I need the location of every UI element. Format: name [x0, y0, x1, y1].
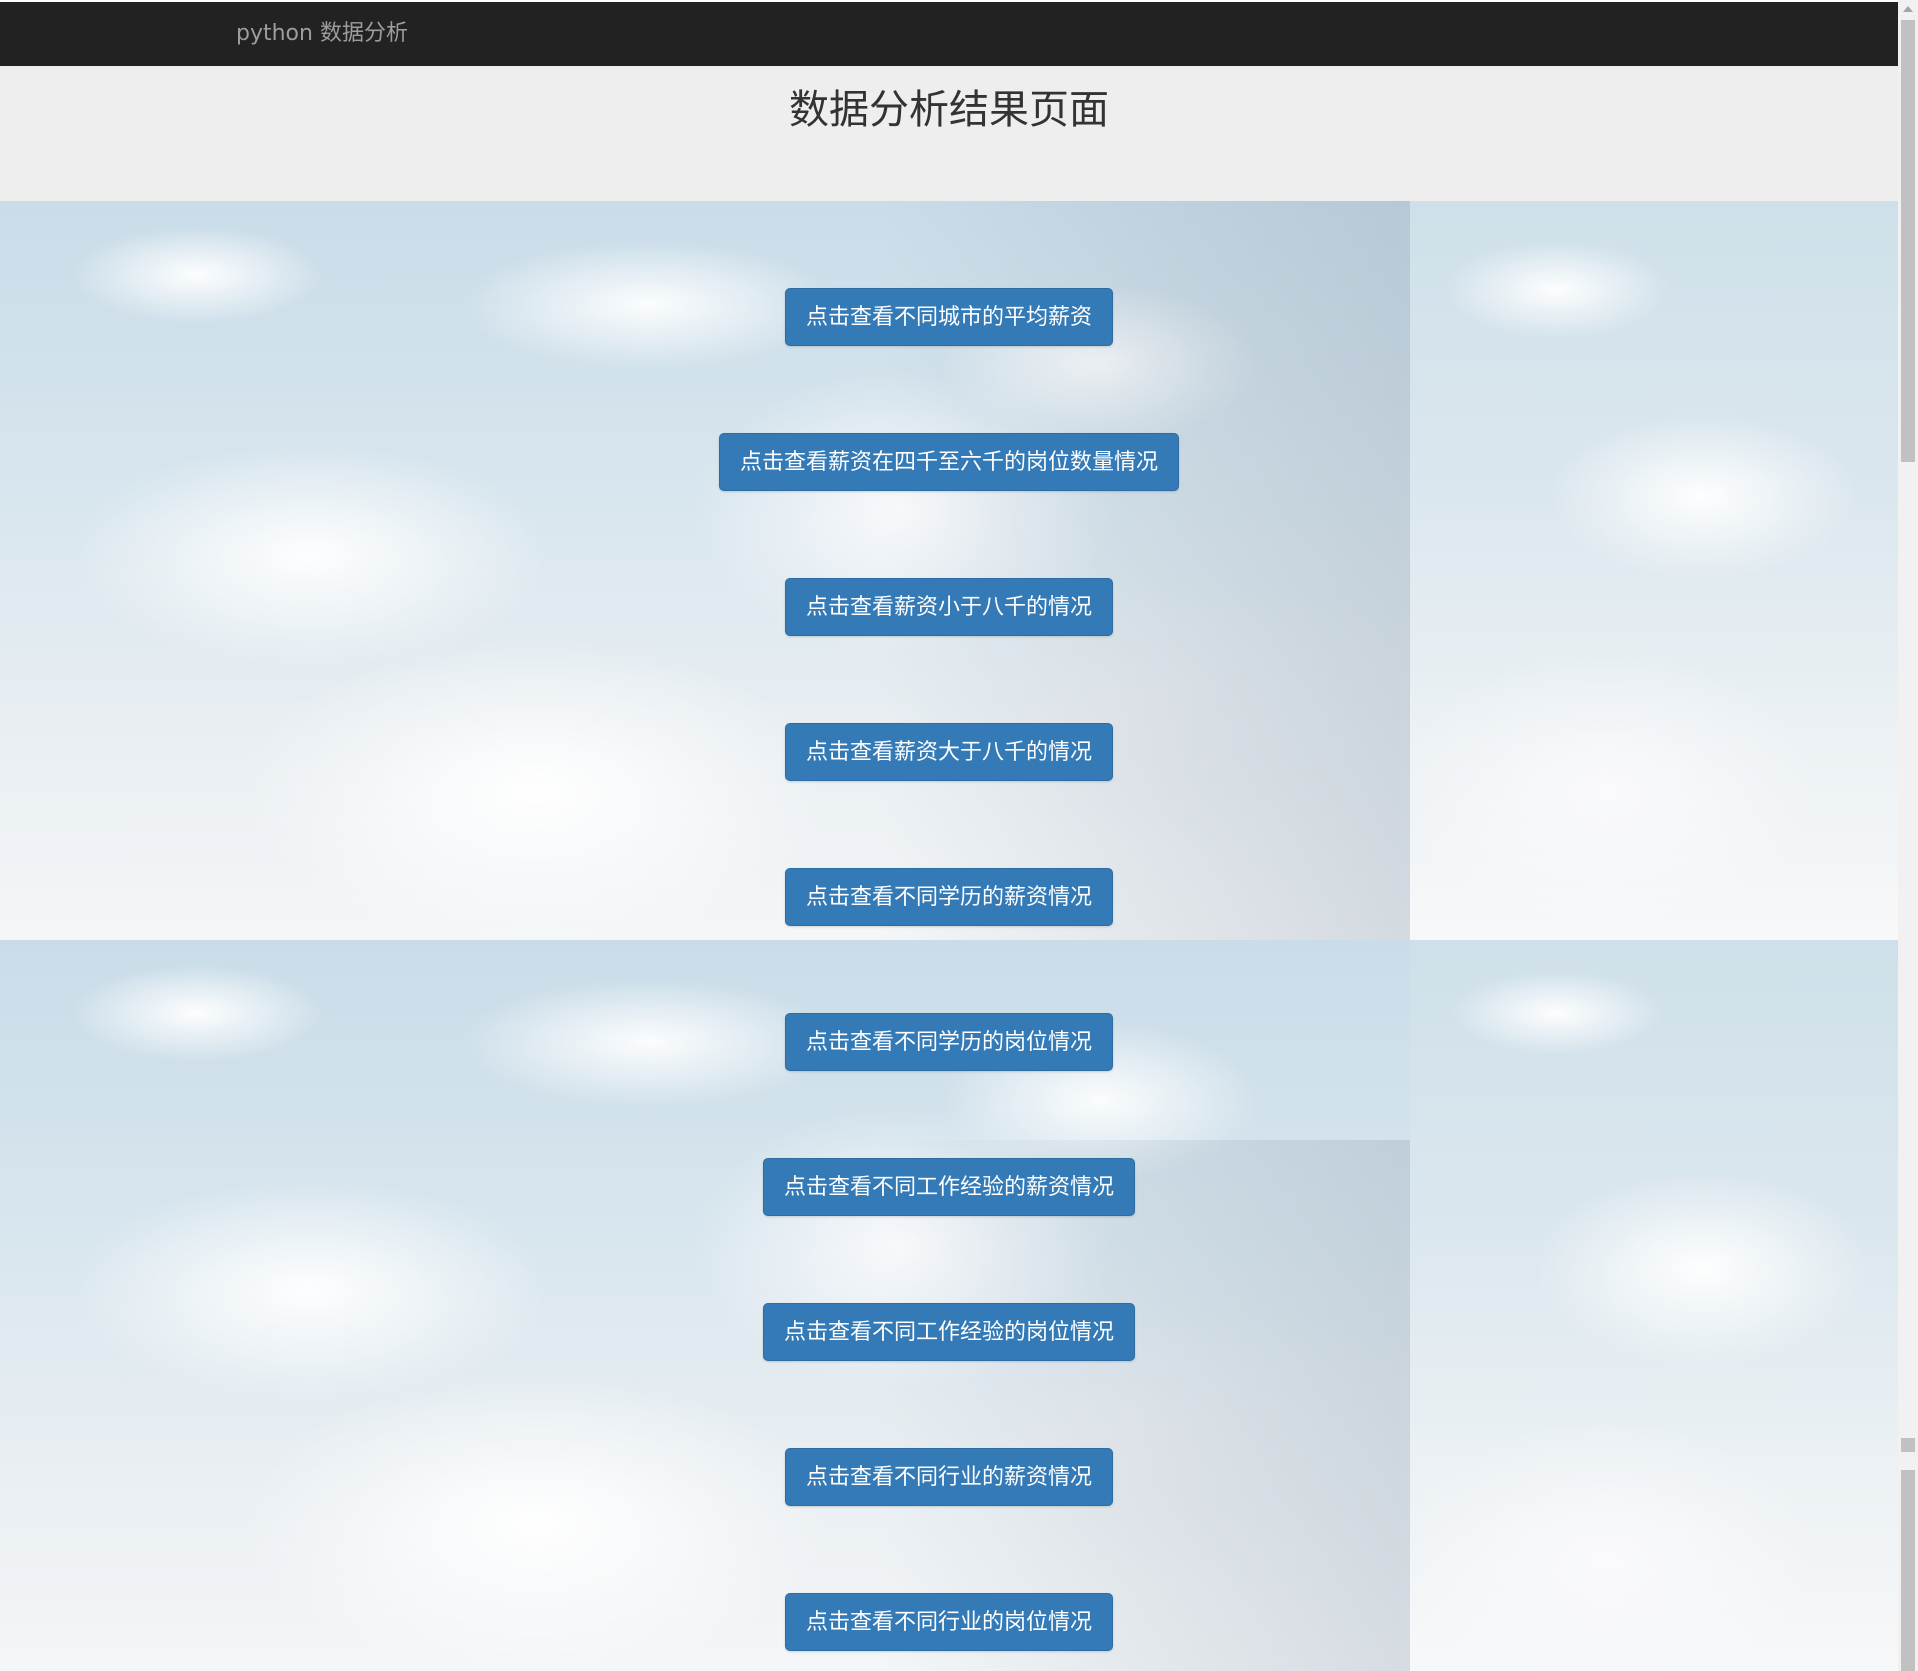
button-row: 点击查看不同行业的薪资情况	[0, 1448, 1898, 1593]
button-row: 点击查看薪资小于八千的情况	[0, 578, 1898, 723]
industry-salary-button[interactable]: 点击查看不同行业的薪资情况	[784, 1448, 1113, 1506]
city-average-salary-button[interactable]: 点击查看不同城市的平均薪资	[784, 288, 1113, 346]
education-jobs-button[interactable]: 点击查看不同学历的岗位情况	[784, 1013, 1113, 1071]
navbar-brand[interactable]: python 数据分析	[236, 20, 408, 48]
button-row: 点击查看不同工作经验的薪资情况	[0, 1158, 1898, 1303]
scrollbar-track-segment[interactable]	[1901, 1470, 1915, 1671]
button-row: 点击查看不同城市的平均薪资	[0, 288, 1898, 433]
button-row: 点击查看不同行业的岗位情况	[0, 1593, 1898, 1671]
button-row: 点击查看不同学历的岗位情况	[0, 1013, 1898, 1158]
salary-above-8k-button[interactable]: 点击查看薪资大于八千的情况	[784, 723, 1113, 781]
vertical-scrollbar[interactable]	[1898, 0, 1918, 1671]
experience-jobs-button[interactable]: 点击查看不同工作经验的岗位情况	[762, 1303, 1135, 1361]
salary-below-8k-button[interactable]: 点击查看薪资小于八千的情况	[784, 578, 1113, 636]
button-row: 点击查看薪资在四千至六千的岗位数量情况	[0, 433, 1898, 578]
button-row: 点击查看不同工作经验的岗位情况	[0, 1303, 1898, 1448]
scroll-up-arrow-icon[interactable]	[1903, 6, 1913, 12]
button-row: 点击查看不同学历的薪资情况	[0, 868, 1898, 1013]
page-title: 数据分析结果页面	[789, 87, 1109, 133]
salary-4k-6k-job-count-button[interactable]: 点击查看薪资在四千至六千的岗位数量情况	[718, 433, 1179, 491]
education-salary-button[interactable]: 点击查看不同学历的薪资情况	[784, 868, 1113, 926]
experience-salary-button[interactable]: 点击查看不同工作经验的薪资情况	[762, 1158, 1135, 1216]
scrollbar-thumb[interactable]	[1901, 20, 1915, 462]
page-header: 数据分析结果页面	[0, 66, 1898, 201]
page: python 数据分析 数据分析结果页面 点击查看不同城市的平均薪资 点击查看薪…	[0, 0, 1918, 1671]
button-row: 点击查看薪资大于八千的情况	[0, 723, 1898, 868]
scrollbar-marker	[1901, 1438, 1915, 1452]
navbar: python 数据分析	[0, 0, 1898, 66]
industry-jobs-button[interactable]: 点击查看不同行业的岗位情况	[784, 1593, 1113, 1651]
analysis-button-list: 点击查看不同城市的平均薪资 点击查看薪资在四千至六千的岗位数量情况 点击查看薪资…	[0, 288, 1898, 1671]
